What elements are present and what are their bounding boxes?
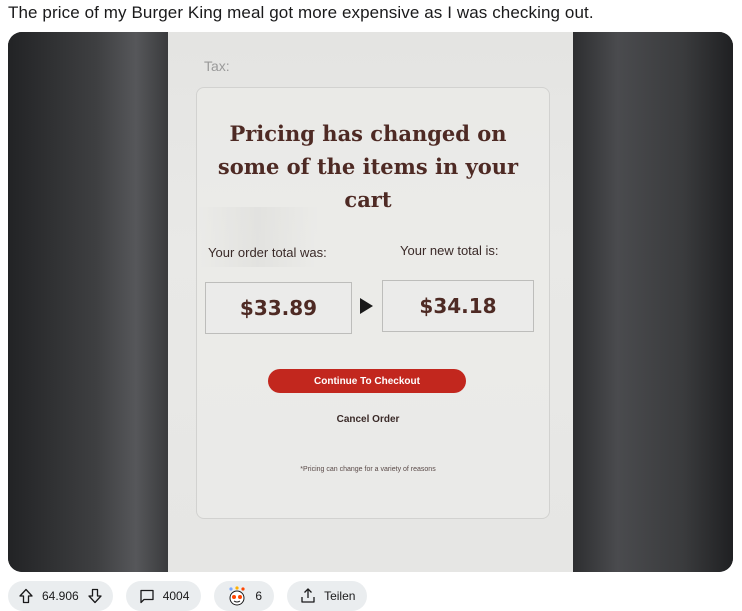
post-image[interactable]: Tax: Pricing has changed on some of the … [8, 32, 733, 572]
continue-to-checkout-button[interactable]: Continue To Checkout [268, 369, 466, 393]
old-total-label: Your order total was: [208, 245, 327, 260]
headline-line-3: cart [344, 187, 392, 212]
share-label: Teilen [324, 589, 356, 603]
headline-line-2: some of the items in your [217, 154, 519, 179]
kiosk-screen: Tax: Pricing has changed on some of the … [168, 32, 573, 572]
share-icon [299, 587, 317, 605]
kiosk-frame-left [8, 32, 168, 572]
comments-button[interactable]: 4004 [125, 581, 202, 611]
award-count: 6 [255, 589, 263, 603]
kiosk-frame-right [568, 32, 733, 572]
new-total-label: Your new total is: [400, 243, 499, 258]
vote-control: 64.906 [8, 581, 113, 611]
vote-count: 64.906 [42, 589, 79, 603]
post-action-bar: 64.906 4004 6 Teilen [8, 581, 368, 611]
new-total-value: $34.18 [382, 280, 534, 332]
headline-line-1: Pricing has changed on [229, 121, 507, 146]
award-icon [226, 586, 248, 606]
pricing-footnote: *Pricing can change for a variety of rea… [300, 466, 436, 473]
old-total-value: $33.89 [205, 282, 352, 334]
dialog-headline: Pricing has changed on some of the items… [168, 117, 568, 216]
arrow-right-icon [360, 298, 373, 314]
cancel-order-button[interactable]: Cancel Order [168, 414, 568, 425]
arrow-down-icon[interactable] [87, 588, 103, 604]
arrow-up-icon[interactable] [18, 588, 34, 604]
tax-label: Tax: [204, 58, 230, 74]
comment-bubble-icon [138, 587, 156, 605]
comment-count: 4004 [162, 589, 190, 603]
share-button[interactable]: Teilen [287, 581, 368, 611]
award-button[interactable]: 6 [214, 581, 275, 611]
post-title[interactable]: The price of my Burger King meal got mor… [8, 3, 738, 23]
